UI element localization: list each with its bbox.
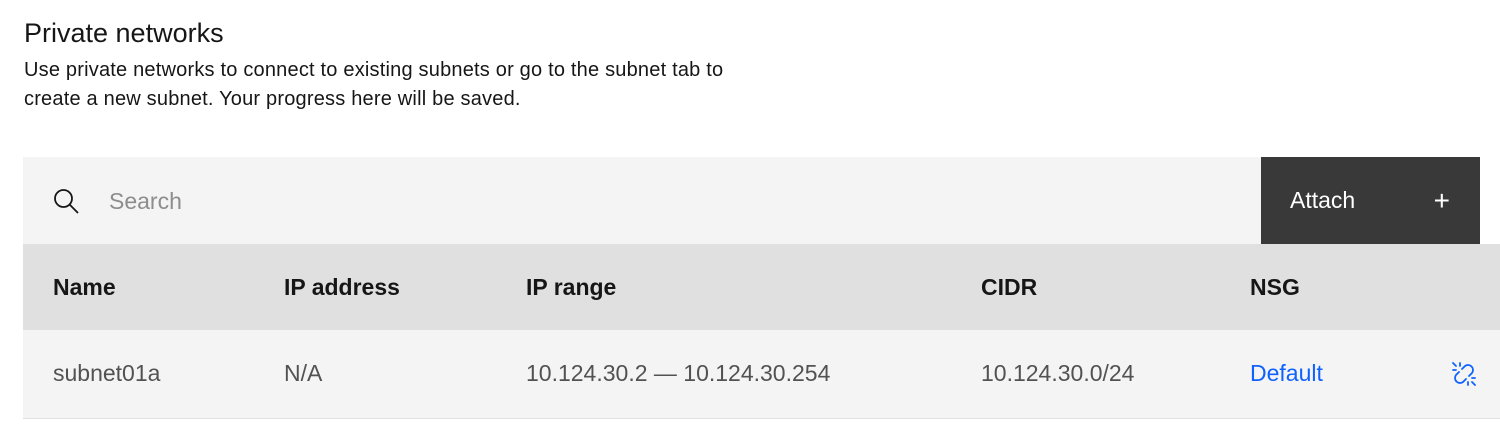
section-title: Private networks: [24, 18, 224, 48]
cell-action: [1450, 330, 1500, 418]
search-input[interactable]: [109, 177, 1009, 225]
cell-cidr: 10.124.30.0/24: [981, 360, 1135, 387]
column-header-actions: [1450, 244, 1500, 330]
private-networks-table: Name IP address IP range CIDR NSG subnet…: [23, 244, 1500, 419]
private-networks-table-container: Attach + Name IP address IP range CIDR N…: [23, 157, 1500, 419]
cell-name: subnet01a: [53, 360, 161, 387]
column-header-ip-range[interactable]: IP range: [526, 244, 981, 330]
table-header-row: Name IP address IP range CIDR NSG: [23, 244, 1500, 330]
table-toolbar: Attach +: [23, 157, 1480, 244]
column-header-ip-address[interactable]: IP address: [284, 244, 526, 330]
search-icon: [54, 189, 79, 214]
column-header-nsg[interactable]: NSG: [1250, 244, 1450, 330]
attach-button-label: Attach: [1290, 187, 1356, 213]
cell-ip-address: N/A: [284, 360, 323, 387]
table-search: [23, 157, 1261, 244]
column-header-name[interactable]: Name: [23, 244, 284, 330]
cell-nsg: Default: [1250, 330, 1450, 418]
attach-button[interactable]: Attach +: [1261, 157, 1480, 244]
section-description: Use private networks to connect to exist…: [24, 59, 724, 110]
nsg-default-link[interactable]: Default: [1250, 360, 1323, 386]
column-header-cidr[interactable]: CIDR: [981, 244, 1250, 330]
table-row: subnet01a N/A 10.124.30.2 — 10.124.30.25…: [23, 330, 1500, 418]
cell-ip-range: 10.124.30.2 — 10.124.30.254: [526, 360, 831, 387]
unlink-icon[interactable]: [1450, 360, 1478, 388]
plus-icon: +: [1433, 184, 1450, 216]
